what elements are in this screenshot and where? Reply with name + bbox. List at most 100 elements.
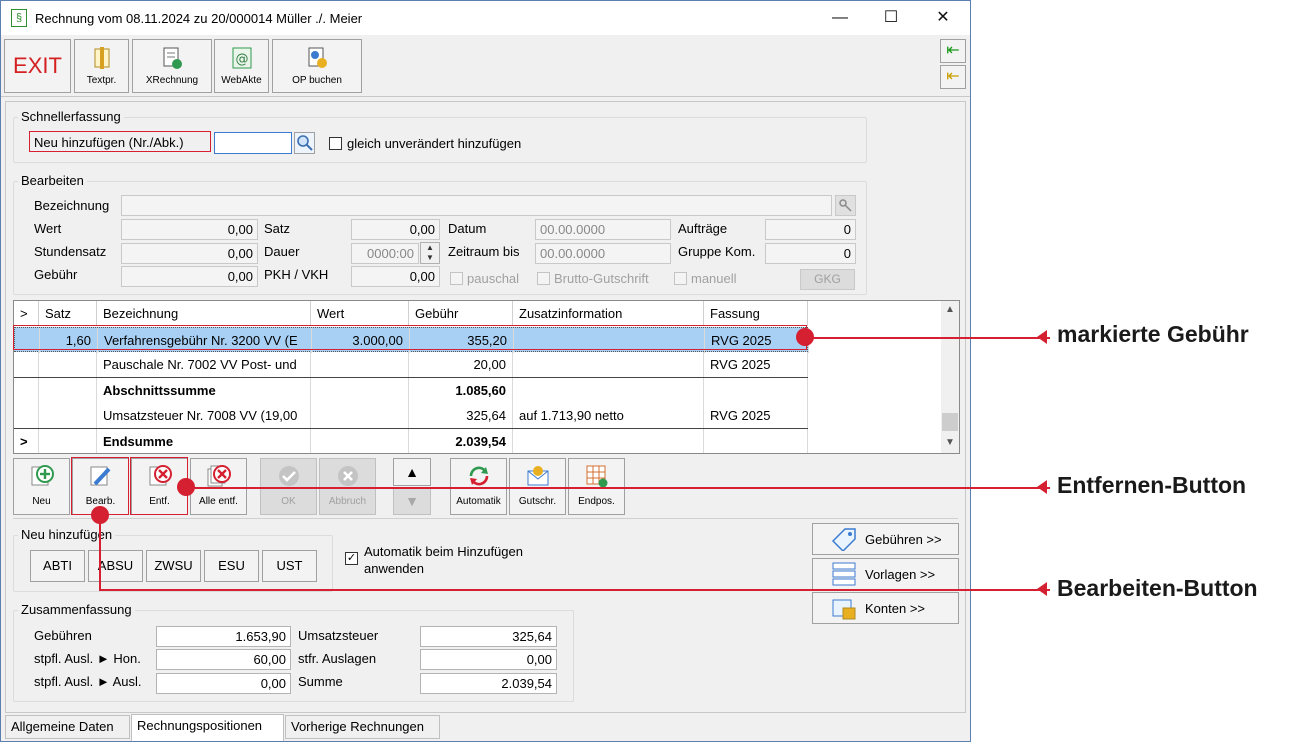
dauer-field[interactable]: 0000:00 — [351, 243, 419, 264]
header-gebuehr[interactable]: Gebühr — [409, 301, 513, 326]
row-satz — [39, 352, 97, 377]
datum-field[interactable]: 00.00.0000 — [535, 219, 671, 240]
gebuehr-field[interactable]: 0,00 — [121, 266, 258, 287]
header-fassung[interactable]: Fassung — [704, 301, 808, 326]
close-button[interactable]: ✕ — [928, 7, 958, 29]
zwsu-button[interactable]: ZWSU — [146, 550, 201, 582]
search-button[interactable] — [294, 132, 315, 154]
table-row[interactable]: Umsatzsteuer Nr. 7008 VV (19,00 325,64 a… — [14, 403, 808, 428]
summe-label: Summe — [298, 674, 343, 689]
pauschal-checkbox[interactable] — [450, 272, 463, 285]
arrow-down-icon: ▼ — [405, 493, 419, 509]
neu-button[interactable]: Neu — [13, 458, 70, 515]
minimize-button[interactable]: — — [825, 7, 855, 29]
dauer-spinner[interactable]: ▲ ▼ — [420, 242, 440, 264]
ust-button[interactable]: UST — [262, 550, 317, 582]
absu-button[interactable]: ABSU — [88, 550, 143, 582]
pkh-field[interactable]: 0,00 — [351, 266, 440, 287]
stfr-auslagen-field[interactable]: 0,00 — [420, 649, 557, 670]
umsatzsteuer-field[interactable]: 325,64 — [420, 626, 557, 647]
table-row[interactable]: Pauschale Nr. 7002 VV Post- und 20,00 RV… — [14, 352, 808, 377]
header-satz[interactable]: Satz — [39, 301, 97, 326]
templates-icon — [832, 562, 856, 586]
table-scrollbar[interactable]: ▲ ▼ — [941, 301, 959, 453]
side-arrow-left-icon[interactable]: ⇤ — [940, 39, 966, 63]
tab-rechnungspositionen[interactable]: Rechnungspositionen — [131, 714, 284, 741]
header-zusatzinformation[interactable]: Zusatzinformation — [513, 301, 704, 326]
abti-button[interactable]: ABTI — [30, 550, 85, 582]
gebuehren-label: Gebühren >> — [865, 532, 942, 547]
move-up-button[interactable]: ▲ — [393, 458, 431, 486]
abbruch-label: Abbruch — [328, 496, 367, 507]
maximize-button[interactable]: ☐ — [876, 7, 906, 29]
row-zusatz: auf 1.713,90 netto — [513, 403, 704, 428]
gebuehren-sum-label: Gebühren — [34, 628, 92, 643]
op-buchen-button[interactable]: OP buchen — [272, 39, 362, 93]
row-fassung: RVG 2025 — [704, 352, 808, 377]
manuell-checkbox[interactable] — [674, 272, 687, 285]
manuell-label: manuell — [691, 271, 737, 286]
zeitraum-field[interactable]: 00.00.0000 — [535, 243, 671, 264]
header-bezeichnung[interactable]: Bezeichnung — [97, 301, 311, 326]
stundensatz-label: Stundensatz — [34, 244, 107, 259]
move-down-button[interactable]: ▼ — [393, 487, 431, 515]
vorlagen-label: Vorlagen >> — [865, 567, 936, 582]
gkg-button[interactable]: GKG — [800, 269, 855, 290]
webakte-button[interactable]: @ WebAkte — [214, 39, 269, 93]
text-layout-icon — [94, 47, 109, 69]
schnellerfassung-input[interactable] — [214, 132, 292, 154]
callout-markierte-gebuehr: markierte Gebühr — [1057, 321, 1249, 347]
stundensatz-field[interactable]: 0,00 — [121, 243, 258, 264]
brutto-gutschrift-checkbox[interactable] — [537, 272, 550, 285]
tab-vorherige-rechnungen[interactable]: Vorherige Rechnungen — [285, 715, 440, 739]
header-marker[interactable]: > — [14, 301, 39, 326]
neu-label: Neu — [32, 496, 51, 507]
automatik-checkbox-label-1: Automatik beim Hinzufügen — [364, 544, 523, 559]
esu-button[interactable]: ESU — [204, 550, 259, 582]
textpr-label: Textpr. — [86, 75, 117, 86]
stpfl-ausl-field[interactable]: 0,00 — [156, 673, 291, 694]
webakte-at-icon: @ — [232, 47, 251, 69]
scroll-up-icon[interactable]: ▲ — [945, 304, 955, 315]
satz-label: Satz — [264, 221, 291, 236]
search-icon — [297, 135, 313, 151]
bezeichnung-field[interactable] — [121, 195, 832, 216]
table-row[interactable]: Abschnittssumme 1.085,60 — [14, 377, 808, 403]
automatik-checkbox[interactable]: ✓ — [345, 552, 358, 565]
gebuehren-sum-field[interactable]: 1.653,90 — [156, 626, 291, 647]
table-row[interactable]: > Endsumme 2.039,54 — [14, 428, 808, 453]
row-marker: > — [14, 429, 39, 453]
summe-field[interactable]: 2.039,54 — [420, 673, 557, 694]
gruppe-kom-field[interactable]: 0 — [765, 243, 856, 264]
svg-text:@: @ — [235, 52, 248, 67]
zeitraum-label: Zeitraum bis — [448, 244, 520, 259]
tab-allgemeine-daten[interactable]: Allgemeine Daten — [5, 715, 130, 739]
callout-vline-bearbeiten — [99, 515, 101, 590]
bezeichnung-key-button[interactable] — [835, 195, 856, 216]
exit-button[interactable]: EXIT — [4, 39, 71, 93]
satz-field[interactable]: 0,00 — [351, 219, 440, 240]
header-wert[interactable]: Wert — [311, 301, 409, 326]
side-arrow-left-yellow-icon[interactable]: ⇤ — [940, 65, 966, 89]
xrechnung-button[interactable]: XRechnung — [132, 39, 212, 93]
pauschal-label: pauschal — [467, 271, 520, 286]
xrechnung-label: XRechnung — [145, 75, 199, 86]
callout-line-bearbeiten — [99, 589, 1050, 591]
wert-field[interactable]: 0,00 — [121, 219, 258, 240]
row-gebuehr: 1.085,60 — [409, 378, 513, 403]
scroll-thumb[interactable] — [942, 413, 958, 431]
auftraege-field[interactable]: 0 — [765, 219, 856, 240]
row-wert — [311, 378, 409, 403]
vorlagen-button[interactable]: Vorlagen >> — [812, 558, 959, 590]
check-icon — [278, 466, 299, 486]
callout-arrow-entfernen-icon — [1037, 480, 1047, 494]
gutschr-label: Gutschr. — [518, 496, 557, 507]
grid-add-icon — [586, 465, 607, 488]
konten-button[interactable]: Konten >> — [812, 592, 959, 624]
scroll-down-icon[interactable]: ▼ — [945, 437, 955, 448]
folder-euro-icon — [832, 599, 856, 620]
textpr-button[interactable]: Textpr. — [74, 39, 129, 93]
stpfl-hon-field[interactable]: 60,00 — [156, 649, 291, 670]
gleich-unveraendert-checkbox[interactable] — [329, 137, 342, 150]
gebuehren-button[interactable]: Gebühren >> — [812, 523, 959, 555]
